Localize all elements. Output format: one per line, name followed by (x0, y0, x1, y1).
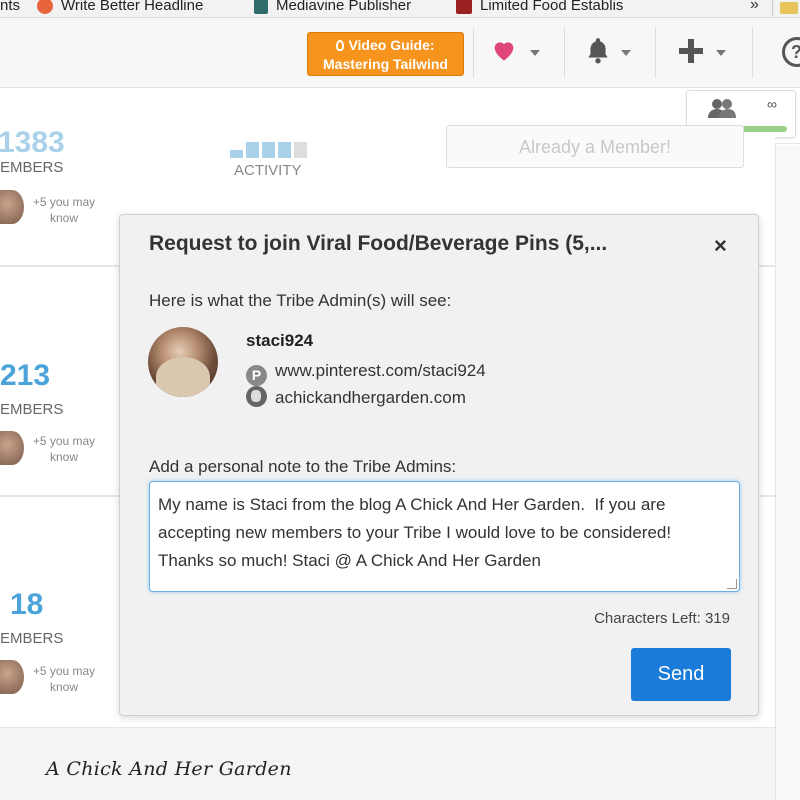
username: staci924 (246, 331, 314, 350)
plus-icon (679, 39, 703, 63)
chevron-down-icon (530, 50, 540, 56)
people-you-know[interactable]: +5 you may know (32, 663, 96, 695)
divider (564, 28, 565, 78)
activity-bar (294, 142, 307, 158)
close-icon[interactable]: × (714, 233, 727, 259)
member-count: 1383 (0, 126, 65, 159)
people-you-know[interactable]: +5 you may know (32, 194, 96, 226)
pa-icon (456, 0, 472, 15)
favorites-menu-button[interactable] (490, 36, 546, 70)
bookmark-item[interactable]: nts (0, 0, 20, 14)
bookmarks-bar: nts Write Better Headline Mediavine Publ… (0, 0, 800, 18)
scrollbar[interactable] (775, 145, 800, 800)
divider (752, 28, 753, 78)
bookmark-item[interactable]: Limited Food Establis (456, 0, 623, 15)
folder-icon[interactable] (780, 2, 798, 14)
people-you-know[interactable]: +5 you may know (32, 433, 96, 465)
mediavine-icon (254, 0, 268, 15)
members-label: EMBERS (0, 401, 64, 418)
lightbulb-icon (336, 40, 345, 51)
chevron-down-icon (621, 50, 631, 56)
join-request-modal: Request to join Viral Food/Beverage Pins… (119, 214, 759, 716)
member-count: 18 (10, 588, 44, 621)
bell-icon (588, 38, 608, 64)
personal-note-input[interactable]: My name is Staci from the blog A Chick A… (149, 481, 740, 592)
members-label: EMBERS (0, 630, 64, 647)
note-label: Add a personal note to the Tribe Admins: (149, 457, 457, 476)
avatar (0, 190, 24, 224)
send-button[interactable]: Send (631, 648, 731, 701)
notifications-menu-button[interactable] (585, 36, 635, 70)
resize-handle[interactable] (727, 579, 737, 589)
pinterest-link[interactable]: Pwww.pinterest.com/staci924 (246, 361, 486, 386)
modal-title: Request to join Viral Food/Beverage Pins… (149, 232, 608, 255)
website-link[interactable]: achickandhergarden.com (246, 386, 466, 408)
globe-icon (246, 386, 267, 407)
activity-bar (262, 142, 275, 158)
divider (473, 28, 474, 78)
users-icon (708, 99, 736, 118)
co-schedule-icon (37, 0, 53, 15)
members-label: EMBERS (0, 159, 64, 176)
help-icon[interactable]: ? (782, 37, 800, 67)
activity-label: ACTIVITY (234, 162, 302, 179)
divider (655, 28, 656, 78)
activity-bar (230, 150, 243, 158)
member-limit-value: ∞ (767, 96, 777, 112)
avatar (0, 431, 24, 465)
modal-intro: Here is what the Tribe Admin(s) will see… (149, 291, 452, 310)
add-menu-button[interactable] (676, 36, 732, 70)
bookmark-item[interactable]: Mediavine Publisher (254, 0, 411, 15)
bookmarks-overflow-button[interactable]: » (750, 0, 759, 14)
bookmark-item[interactable]: Write Better Headline (37, 0, 203, 15)
heart-icon (494, 42, 514, 61)
activity-bar (278, 142, 291, 158)
watermark: A Chick And Her Garden (46, 758, 292, 780)
avatar (0, 660, 24, 694)
avatar (148, 327, 218, 397)
video-guide-button[interactable]: Video Guide: Mastering Tailwind (307, 32, 464, 76)
chevron-down-icon (716, 50, 726, 56)
member-count: 213 (0, 359, 51, 392)
pinterest-icon: P (246, 365, 267, 386)
app-toolbar: Video Guide: Mastering Tailwind ? (0, 18, 800, 88)
already-member-button[interactable]: Already a Member! (446, 125, 744, 168)
activity-bar (246, 142, 259, 158)
characters-left: Characters Left: 319 (594, 610, 730, 627)
divider (772, 0, 773, 16)
